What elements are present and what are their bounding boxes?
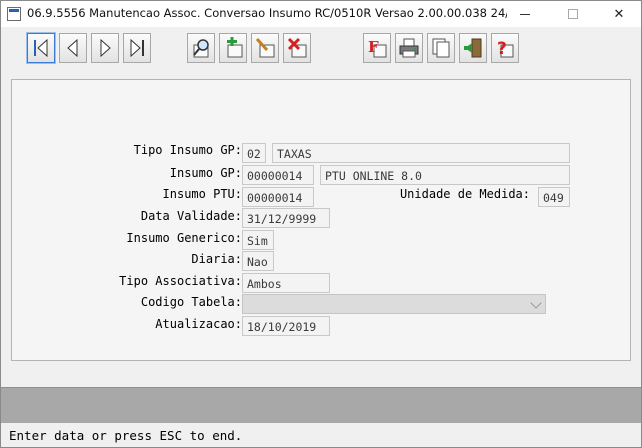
form-panel: Tipo Insumo GP: 02 TAXAS Insumo GP: 0000… [11,79,631,361]
data-validade-label: Data Validade: [140,209,242,223]
diaria-field[interactable]: Nao [242,251,274,271]
last-record-icon [130,38,144,58]
next-record-button[interactable] [91,33,119,63]
codigo-tabela-label: Codigo Tabela: [140,295,242,309]
minimize-icon [520,13,530,15]
insumo-generico-label: Insumo Generico: [126,231,242,245]
toolbar: F ? [11,29,631,75]
data-validade-field[interactable]: 31/12/9999 [242,208,330,228]
svg-text:?: ? [497,39,507,59]
chevron-down-icon[interactable] [530,297,542,309]
add-button[interactable] [219,33,247,63]
first-record-icon [34,38,48,58]
title-bar: 06.9.5556 Manutencao Assoc. Conversao In… [1,1,641,27]
tipo-insumo-code-field[interactable]: 02 [242,143,266,163]
tipo-insumo-label: Tipo Insumo GP: [133,143,242,157]
minimize-button[interactable] [503,1,547,27]
delete-button[interactable] [283,33,311,63]
copy-icon [432,38,450,58]
close-button[interactable]: ✕ [597,1,641,27]
insumo-ptu-label: Insumo PTU: [162,187,242,201]
add-icon [227,37,243,58]
window-title: 06.9.5556 Manutencao Assoc. Conversao In… [27,6,507,20]
delete-icon [287,37,307,58]
previous-record-icon [67,38,78,58]
unidade-medida-label: Unidade de Medida: [399,187,530,201]
help-icon: ? [497,39,514,59]
edit-icon [255,37,275,58]
copy-button[interactable] [427,33,455,63]
app-icon [7,7,21,21]
maximize-icon [568,9,578,19]
diaria-label: Diaria: [191,252,242,266]
status-message: Enter data or press ESC to end. [9,428,243,443]
insumo-gp-description-field[interactable]: PTU ONLINE 8.0 [320,165,570,185]
insumo-gp-code-field[interactable]: 00000014 [242,165,314,185]
tipo-associativa-field[interactable]: Ambos [242,273,330,293]
search-icon [193,39,209,58]
filter-icon: F [368,38,387,58]
status-bar: Enter data or press ESC to end. [1,423,641,447]
help-button[interactable]: ? [491,33,519,63]
codigo-tabela-select[interactable] [242,294,546,314]
unidade-medida-field[interactable]: 049 [538,187,570,207]
application-window: 06.9.5556 Manutencao Assoc. Conversao In… [0,0,642,448]
exit-icon [464,38,482,58]
edit-button[interactable] [251,33,279,63]
insumo-ptu-field[interactable]: 00000014 [242,187,314,207]
print-button[interactable] [395,33,423,63]
print-icon [399,38,419,58]
tipo-insumo-description-field[interactable]: TAXAS [272,143,570,163]
insumo-generico-field[interactable]: Sim [242,230,274,250]
exit-button[interactable] [459,33,487,63]
insumo-gp-label: Insumo GP: [169,166,242,180]
svg-text:F: F [368,38,379,56]
filter-button[interactable]: F [363,33,391,63]
maximize-button[interactable] [551,1,595,27]
first-record-button[interactable] [26,32,56,64]
atualizacao-label: Atualizacao: [155,317,242,331]
close-icon: ✕ [613,6,625,22]
previous-record-button[interactable] [59,33,87,63]
atualizacao-field[interactable]: 18/10/2019 [242,316,330,336]
tipo-associativa-label: Tipo Associativa: [119,274,242,288]
next-record-icon [100,38,111,58]
last-record-button[interactable] [123,33,151,63]
message-area [1,387,641,423]
search-button[interactable] [187,33,215,63]
